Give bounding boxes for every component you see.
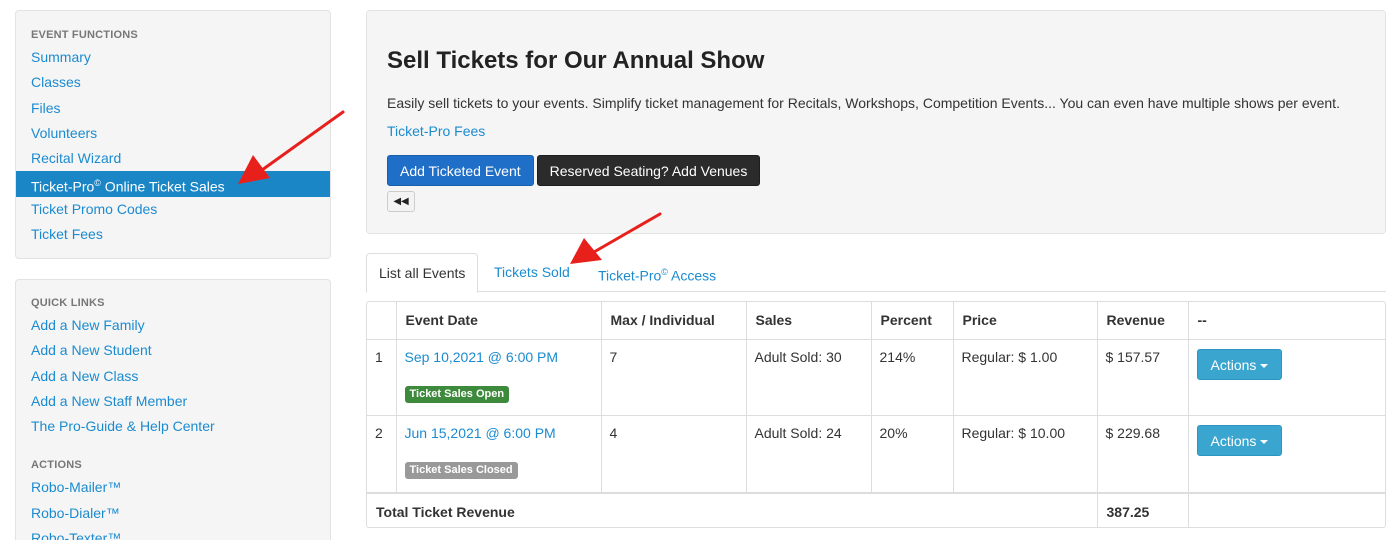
table-header-row: Event Date Max / Individual Sales Percen… [367,302,1385,340]
header-button-row: Add Ticketed Event Reserved Seating? Add… [387,155,1385,187]
ticket-sales-header: Sell Tickets for Our Annual Show Easily … [366,10,1386,234]
col-header-percent: Percent [871,302,954,340]
event-functions-heading: EVENT FUNCTIONS [31,29,138,41]
actions-cell: Actions [1188,415,1385,494]
sidebar-item-ticket-fees[interactable]: Ticket Fees [16,222,330,247]
sidebar-item-summary[interactable]: Summary [16,45,330,70]
table-row: 1 Sep 10,2021 @ 6:00 PM Ticket Sales Ope… [367,339,1385,416]
actions-label: Actions [1210,357,1257,373]
page-description: Easily sell tickets to your events. Simp… [387,95,1340,111]
percent-cell: 20% [871,415,954,494]
sales-cell: Adult Sold: 24 [746,415,872,494]
col-header-sales: Sales [746,302,872,340]
sidebar-item-pro-guide[interactable]: The Pro-Guide & Help Center [16,414,330,439]
caret-down-icon [1260,440,1269,445]
sales-cell: Adult Sold: 30 [746,339,872,416]
sidebar-item-robo-dialer[interactable]: Robo-Dialer™ [16,501,330,526]
sidebar-item-add-student[interactable]: Add a New Student [16,338,330,363]
col-header-price: Price [953,302,1098,340]
quick-links-list: Add a New Family Add a New Student Add a… [16,313,330,439]
total-label: Total Ticket Revenue [367,492,1098,527]
revenue-cell: $ 229.68 [1097,415,1189,494]
add-ticketed-event-button[interactable]: Add Ticketed Event [387,155,534,186]
actions-dropdown-button[interactable]: Actions [1196,349,1283,380]
sidebar-item-label-suffix: Online Ticket Sales [100,179,225,196]
tab-label: Ticket-Pro [598,267,662,284]
max-cell: 7 [601,339,747,416]
copyright-mark: © [661,267,668,277]
col-header-actions: -- [1188,302,1385,340]
actions-label: Actions [1210,433,1257,449]
sidebar-item-files[interactable]: Files [16,96,330,121]
price-cell: Regular: $ 10.00 [953,415,1098,494]
tab-tickets-sold[interactable]: Tickets Sold [482,253,582,292]
total-empty-cell [1188,493,1385,528]
max-cell: 4 [601,415,747,494]
rewind-icon: ◀◀ [393,196,409,207]
event-functions-list: Summary Classes Files Volunteers Recital… [16,45,330,247]
event-functions-panel: EVENT FUNCTIONS Summary Classes Files Vo… [15,10,331,259]
row-number: 1 [367,339,397,416]
actions-dropdown-button[interactable]: Actions [1196,425,1283,456]
event-date-cell: Sep 10,2021 @ 6:00 PM Ticket Sales Open [396,339,602,416]
status-badge: Ticket Sales Closed [404,462,518,479]
sidebar-item-add-family[interactable]: Add a New Family [16,313,330,338]
col-header-num [367,302,397,340]
sidebar-item-add-class[interactable]: Add a New Class [16,364,330,389]
event-date-cell: Jun 15,2021 @ 6:00 PM Ticket Sales Close… [396,415,602,494]
status-badge: Ticket Sales Open [404,386,510,403]
events-table: Event Date Max / Individual Sales Percen… [366,301,1386,528]
revenue-cell: $ 157.57 [1097,339,1189,416]
price-cell: Regular: $ 1.00 [953,339,1098,416]
back-button[interactable]: ◀◀ [387,191,415,212]
quick-links-heading: QUICK LINKS [31,297,105,309]
sidebar-item-add-staff[interactable]: Add a New Staff Member [16,389,330,414]
col-header-revenue: Revenue [1097,302,1189,340]
sidebar-item-ticket-promo-codes[interactable]: Ticket Promo Codes [16,197,330,222]
actions-cell: Actions [1188,339,1385,416]
tab-list-all-events[interactable]: List all Events [366,253,479,293]
page-title: Sell Tickets for Our Annual Show [387,47,765,74]
sidebar-item-recital-wizard[interactable]: Recital Wizard [16,146,330,171]
total-value: 387.25 [1097,492,1189,527]
total-row: Total Ticket Revenue 387.25 [367,492,1385,528]
sidebar-item-volunteers[interactable]: Volunteers [16,121,330,146]
quick-links-panel: QUICK LINKS Add a New Family Add a New S… [15,279,331,540]
sidebar-item-robo-texter[interactable]: Robo-Texter™ [16,526,330,540]
sidebar-item-robo-mailer[interactable]: Robo-Mailer™ [16,475,330,500]
col-header-event-date: Event Date [396,302,602,340]
sidebar-item-label: Ticket-Pro [31,179,95,196]
event-tabs: List all Events Tickets Sold Ticket-Pro©… [366,253,1386,293]
tab-label-suffix: Access [667,267,717,284]
event-date-link[interactable]: Sep 10,2021 @ 6:00 PM [405,349,593,365]
col-header-max: Max / Individual [601,302,747,340]
event-date-link[interactable]: Jun 15,2021 @ 6:00 PM [405,425,593,441]
ticket-pro-fees-link[interactable]: Ticket-Pro Fees [387,123,1385,139]
add-venues-button[interactable]: Reserved Seating? Add Venues [536,155,761,186]
actions-heading: ACTIONS [31,459,82,472]
row-number: 2 [367,415,397,494]
actions-list: Robo-Mailer™ Robo-Dialer™ Robo-Texter™ [16,475,330,540]
sidebar-item-classes[interactable]: Classes [16,70,330,95]
sidebar-item-ticket-pro-online-sales[interactable]: Ticket-Pro© Online Ticket Sales [16,171,330,197]
table-row: 2 Jun 15,2021 @ 6:00 PM Ticket Sales Clo… [367,415,1385,494]
caret-down-icon [1260,364,1269,369]
copyright-mark: © [94,178,101,189]
tab-ticket-pro-access[interactable]: Ticket-Pro© Access [586,253,728,292]
percent-cell: 214% [871,339,954,416]
